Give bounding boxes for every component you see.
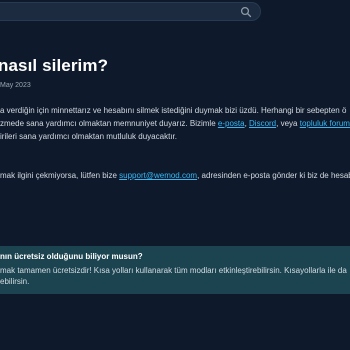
search-bar[interactable] bbox=[0, 2, 261, 21]
article-paragraph-1: a verdiğin için minnettarız ve hesabını … bbox=[0, 104, 350, 143]
discord-link[interactable]: Discord bbox=[249, 119, 276, 128]
tip-line-2: ebilirsin. bbox=[0, 277, 30, 286]
help-article-page: nasıl silerim? May 2023 a verdiğin için … bbox=[0, 0, 350, 350]
paragraph-1-line-1: a verdiğin için minnettarız ve hesabını … bbox=[0, 106, 347, 115]
support-email-link[interactable]: support@wemod.com bbox=[119, 171, 197, 180]
article-title: nasıl silerim? bbox=[0, 56, 109, 75]
email-link[interactable]: e-posta bbox=[218, 119, 245, 128]
community-forum-link[interactable]: topluluk forum bbox=[300, 119, 350, 128]
paragraph-1-line-3: irileri sana yardımcı olmaktan mutluluk … bbox=[0, 132, 177, 141]
top-bar bbox=[0, 0, 350, 24]
article-paragraph-2: mak ilgini çekmiyorsa, lütfen bize suppo… bbox=[0, 169, 350, 182]
paragraph-2-prefix: mak ilgini çekmiyorsa, lütfen bize bbox=[0, 171, 120, 180]
tip-body: mak tamamen ücretsizdir! Kısa yolları ku… bbox=[0, 265, 347, 287]
paragraph-1-line-2: zmede sana yardımcı olmaktan memnuniyet … bbox=[0, 117, 350, 130]
tip-line-1: mak tamamen ücretsizdir! Kısa yolları ku… bbox=[0, 266, 347, 275]
search-input[interactable] bbox=[5, 4, 229, 21]
paragraph-2-suffix: , adresinden e-posta gönder ki biz de he… bbox=[197, 171, 350, 180]
separator-2: , veya bbox=[276, 119, 300, 128]
tip-title: nın ücretsiz olduğunu biliyor musun? bbox=[0, 252, 143, 261]
tip-callout: nın ücretsiz olduğunu biliyor musun? mak… bbox=[0, 246, 350, 294]
paragraph-1-line-2-text: zmede sana yardımcı olmaktan memnuniyet … bbox=[0, 119, 218, 128]
article-date: May 2023 bbox=[0, 82, 31, 89]
search-icon[interactable] bbox=[240, 6, 252, 18]
